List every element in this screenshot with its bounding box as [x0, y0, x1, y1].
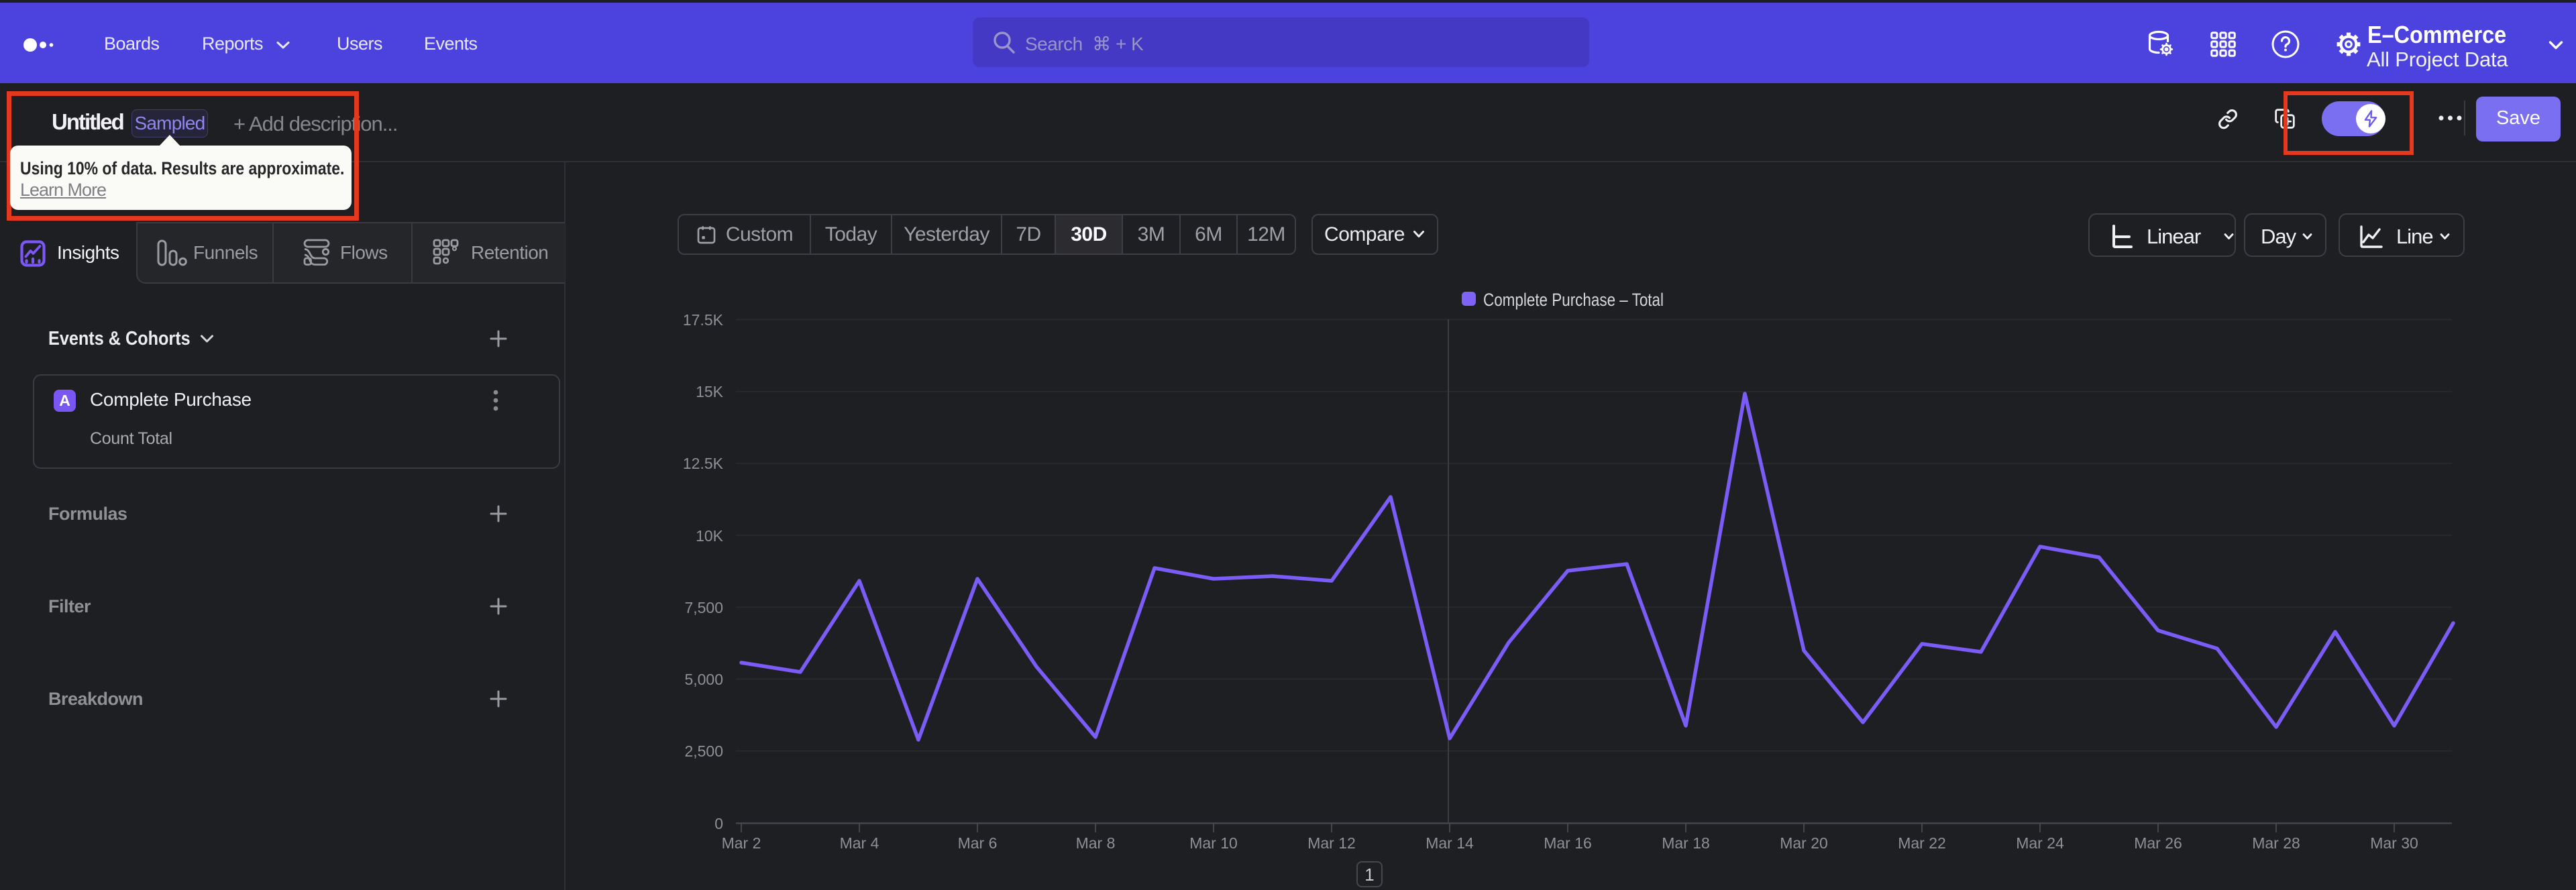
- svg-text:10K: 10K: [696, 527, 724, 545]
- svg-text:Mar 22: Mar 22: [1898, 834, 1946, 852]
- svg-text:Mar 26: Mar 26: [2134, 834, 2182, 852]
- svg-text:Mar 4: Mar 4: [840, 834, 879, 852]
- svg-text:12.5K: 12.5K: [683, 455, 724, 472]
- svg-text:Mar 30: Mar 30: [2370, 834, 2418, 852]
- svg-text:7,500: 7,500: [684, 599, 723, 616]
- svg-text:0: 0: [714, 815, 723, 832]
- svg-text:Mar 24: Mar 24: [2016, 834, 2064, 852]
- svg-text:2,500: 2,500: [684, 742, 723, 760]
- svg-text:Mar 8: Mar 8: [1076, 834, 1116, 852]
- svg-text:Mar 14: Mar 14: [1426, 834, 1474, 852]
- svg-text:Mar 6: Mar 6: [958, 834, 998, 852]
- svg-text:Mar 10: Mar 10: [1189, 834, 1238, 852]
- svg-text:15K: 15K: [696, 383, 724, 400]
- svg-text:Complete Purchase – Total: Complete Purchase – Total: [1483, 290, 1664, 310]
- svg-text:Mar 18: Mar 18: [1662, 834, 1710, 852]
- svg-text:Mar 12: Mar 12: [1307, 834, 1356, 852]
- svg-text:17.5K: 17.5K: [683, 311, 724, 329]
- svg-text:Mar 20: Mar 20: [1780, 834, 1828, 852]
- svg-text:Mar 2: Mar 2: [722, 834, 761, 852]
- svg-text:Mar 28: Mar 28: [2252, 834, 2300, 852]
- svg-text:Mar 16: Mar 16: [1544, 834, 1592, 852]
- svg-text:5,000: 5,000: [684, 671, 723, 688]
